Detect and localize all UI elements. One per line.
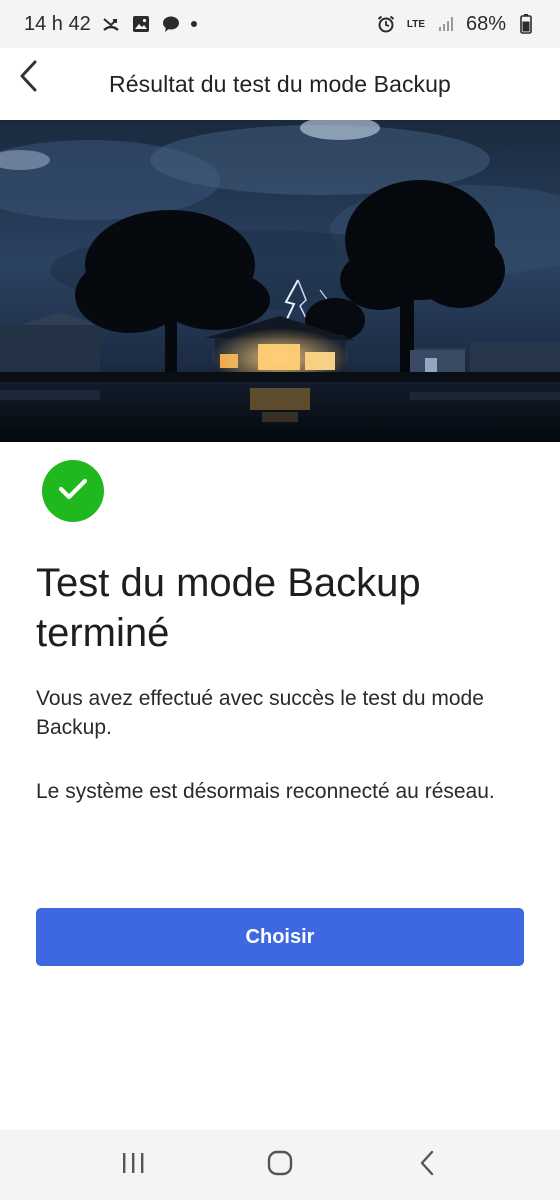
result-heading: Test du mode Backup terminé bbox=[36, 561, 421, 655]
status-time: 14 h 42 bbox=[24, 12, 91, 35]
missed-call-icon bbox=[101, 14, 121, 34]
signal-icon bbox=[436, 14, 456, 34]
more-notifications-dot bbox=[190, 21, 197, 27]
battery-percent: 68% bbox=[465, 12, 506, 35]
network-type-label: LTE bbox=[406, 18, 426, 30]
app-bar: Résultat du test du mode Backup bbox=[0, 48, 560, 120]
recent-apps-button[interactable] bbox=[103, 1140, 163, 1190]
nav-back-icon bbox=[418, 1149, 436, 1182]
gallery-icon bbox=[131, 14, 151, 34]
back-button[interactable] bbox=[8, 56, 48, 100]
app-screen: 14 h 42 LTE 68% Résultat du test du mode… bbox=[0, 0, 560, 1200]
battery-icon bbox=[516, 14, 536, 34]
home-button[interactable] bbox=[250, 1140, 310, 1190]
nav-back-button[interactable] bbox=[397, 1140, 457, 1190]
recent-apps-icon bbox=[120, 1151, 146, 1180]
status-right: LTE 68% bbox=[376, 13, 536, 36]
success-check-badge bbox=[42, 460, 104, 522]
status-bar: 14 h 42 LTE 68% bbox=[0, 0, 560, 48]
hero-image bbox=[0, 120, 560, 442]
choose-button[interactable]: Choisir bbox=[36, 908, 524, 966]
home-icon bbox=[267, 1150, 293, 1181]
result-message: Vous avez effectué avec succès le test d… bbox=[36, 687, 484, 739]
message-icon bbox=[161, 14, 181, 34]
system-nav-bar bbox=[0, 1130, 560, 1200]
reconnected-message: Le système est désormais reconnecté au r… bbox=[36, 780, 495, 803]
page-title: Résultat du test du mode Backup bbox=[109, 70, 451, 97]
status-left: 14 h 42 bbox=[24, 13, 197, 36]
checkmark-icon bbox=[57, 476, 89, 507]
chevron-left-icon bbox=[17, 59, 39, 98]
alarm-icon bbox=[376, 14, 396, 34]
